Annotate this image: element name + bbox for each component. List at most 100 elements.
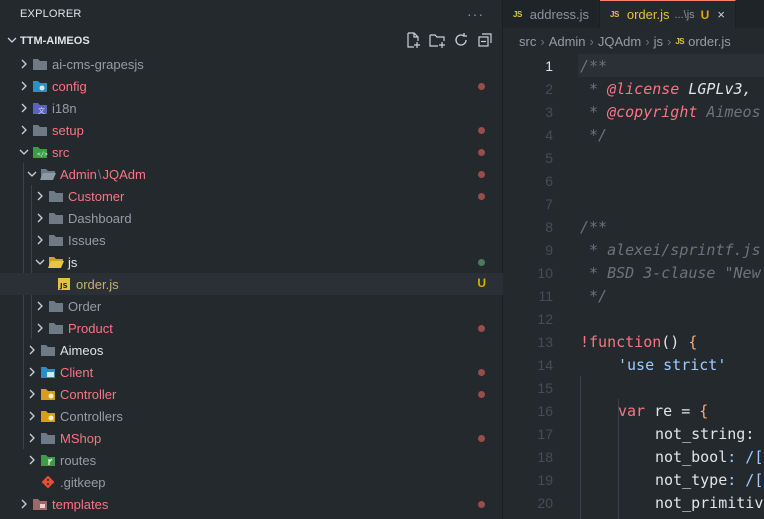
- line-number: 14: [537, 356, 553, 373]
- tree-item-client[interactable]: Client: [0, 361, 503, 383]
- breadcrumb-item[interactable]: order.js: [688, 34, 731, 49]
- line-number: 16: [537, 402, 553, 419]
- line-number: 10: [537, 264, 553, 281]
- line-number: 4: [545, 126, 553, 143]
- chevron-right-icon: [24, 430, 40, 446]
- folder-icon: [40, 430, 56, 446]
- line-number: 6: [545, 172, 553, 189]
- line-number: 15: [537, 379, 553, 396]
- tree-item-controllers[interactable]: Controllers: [0, 405, 503, 427]
- js-file-icon: JS: [675, 36, 685, 46]
- i18n-folder-icon: 文: [32, 100, 48, 116]
- chevron-right-icon: [16, 100, 32, 116]
- collapse-all-icon[interactable]: [476, 31, 494, 54]
- tree-item-product[interactable]: Product: [0, 317, 503, 339]
- new-file-icon[interactable]: [404, 31, 422, 54]
- breadcrumb-item[interactable]: js: [654, 34, 663, 49]
- tree-item-order[interactable]: Order: [0, 295, 503, 317]
- js-file-icon: JS: [610, 10, 619, 19]
- explorer-sidebar: EXPLORER ··· TTM-AIMEOS ai-cms-grapesjs …: [0, 0, 503, 519]
- line-number: 5: [545, 149, 553, 166]
- svg-text:</>: </>: [37, 151, 48, 158]
- folder-icon: [32, 122, 48, 138]
- git-icon: [40, 474, 56, 490]
- project-header[interactable]: TTM-AIMEOS: [0, 28, 502, 54]
- controller-folder-icon: [40, 408, 56, 424]
- modified-dot: [478, 435, 485, 442]
- modified-dot: [478, 83, 485, 90]
- folder-icon: [32, 56, 48, 72]
- chevron-right-icon: [24, 342, 40, 358]
- js-folder-open-icon: [48, 254, 64, 270]
- folder-icon: [40, 342, 56, 358]
- folder-open-icon: [40, 166, 56, 182]
- chevron-right-icon: [24, 408, 40, 424]
- tree-item-gitkeep[interactable]: .gitkeep: [0, 471, 503, 493]
- tree-item-setup[interactable]: setup: [0, 119, 503, 141]
- line-number: 2: [545, 80, 553, 97]
- tree-item-admin-jqadm[interactable]: Admin\JQAdm: [0, 163, 503, 185]
- chevron-right-icon: [32, 320, 48, 336]
- line-number: 8: [545, 218, 553, 235]
- tree-item-ai-cms-grapesjs[interactable]: ai-cms-grapesjs: [0, 53, 503, 75]
- chevron-right-icon: [24, 386, 40, 402]
- svg-text:JS: JS: [59, 282, 68, 290]
- tree-item-templates[interactable]: templates: [0, 493, 503, 515]
- breadcrumb-item[interactable]: Admin: [549, 34, 586, 49]
- new-folder-icon[interactable]: [428, 31, 446, 54]
- tree-item-i18n[interactable]: 文 i18n: [0, 97, 503, 119]
- tree-item-issues[interactable]: Issues: [0, 229, 503, 251]
- js-file-icon: JS: [513, 9, 522, 19]
- line-number: 19: [537, 471, 553, 488]
- tree-item-mshop[interactable]: MShop: [0, 427, 503, 449]
- modified-dot: [478, 149, 485, 156]
- untracked-badge: U: [700, 7, 710, 22]
- tab-order-js[interactable]: JS order.js ...\js U ×: [600, 0, 736, 28]
- config-folder-icon: [32, 78, 48, 94]
- line-number: 20: [537, 494, 553, 511]
- tree-item-config[interactable]: config: [0, 75, 503, 97]
- breadcrumb-item[interactable]: JQAdm: [598, 34, 641, 49]
- editor-area: JS address.js JS order.js ...\js U × src…: [503, 0, 764, 519]
- modified-dot: [478, 193, 485, 200]
- src-folder-open-icon: </>: [32, 144, 48, 160]
- templates-folder-icon: [32, 496, 48, 512]
- modified-dot: [478, 171, 485, 178]
- line-number: 9: [545, 241, 553, 258]
- modified-dot: [478, 325, 485, 332]
- breadcrumb-item[interactable]: src: [519, 34, 536, 49]
- refresh-icon[interactable]: [452, 31, 470, 54]
- code-editor[interactable]: 1/** 2 * @license LGPLv3, 3 * @copyright…: [503, 54, 764, 519]
- line-number: 11: [538, 287, 553, 304]
- js-file-icon: JS: [56, 276, 72, 292]
- folder-icon: [48, 320, 64, 336]
- chevron-right-icon: [24, 452, 40, 468]
- chevron-right-icon: [32, 232, 48, 248]
- line-number: 3: [545, 103, 553, 120]
- tree-item-controller[interactable]: Controller: [0, 383, 503, 405]
- line-number: 7: [545, 195, 553, 212]
- tab-address-js[interactable]: JS address.js: [503, 0, 601, 28]
- close-icon[interactable]: ×: [717, 7, 725, 22]
- svg-text:文: 文: [38, 106, 45, 115]
- chevron-right-icon: [16, 56, 32, 72]
- tree-item-src[interactable]: </> src: [0, 141, 503, 163]
- untracked-dot: [478, 259, 485, 266]
- tree-item-js[interactable]: js: [0, 251, 503, 273]
- chevron-down-icon: [4, 34, 20, 48]
- chevron-right-icon: [16, 122, 32, 138]
- chevron-down-icon: [16, 144, 32, 160]
- chevron-right-icon: [32, 210, 48, 226]
- tree-item-aimeos[interactable]: Aimeos: [0, 339, 503, 361]
- chevron-right-icon: [32, 188, 48, 204]
- tree-item-dashboard[interactable]: Dashboard: [0, 207, 503, 229]
- tree-item-routes[interactable]: routes: [0, 449, 503, 471]
- tree-item-order-js[interactable]: JS order.js U: [0, 273, 503, 295]
- chevron-right-icon: [24, 364, 40, 380]
- chevron-right-icon: [16, 78, 32, 94]
- modified-dot: [478, 369, 485, 376]
- more-actions-icon[interactable]: ···: [467, 6, 484, 22]
- tree-item-customer[interactable]: Customer: [0, 185, 503, 207]
- editor-tabs: JS address.js JS order.js ...\js U ×: [503, 0, 764, 28]
- line-number: 12: [537, 310, 553, 327]
